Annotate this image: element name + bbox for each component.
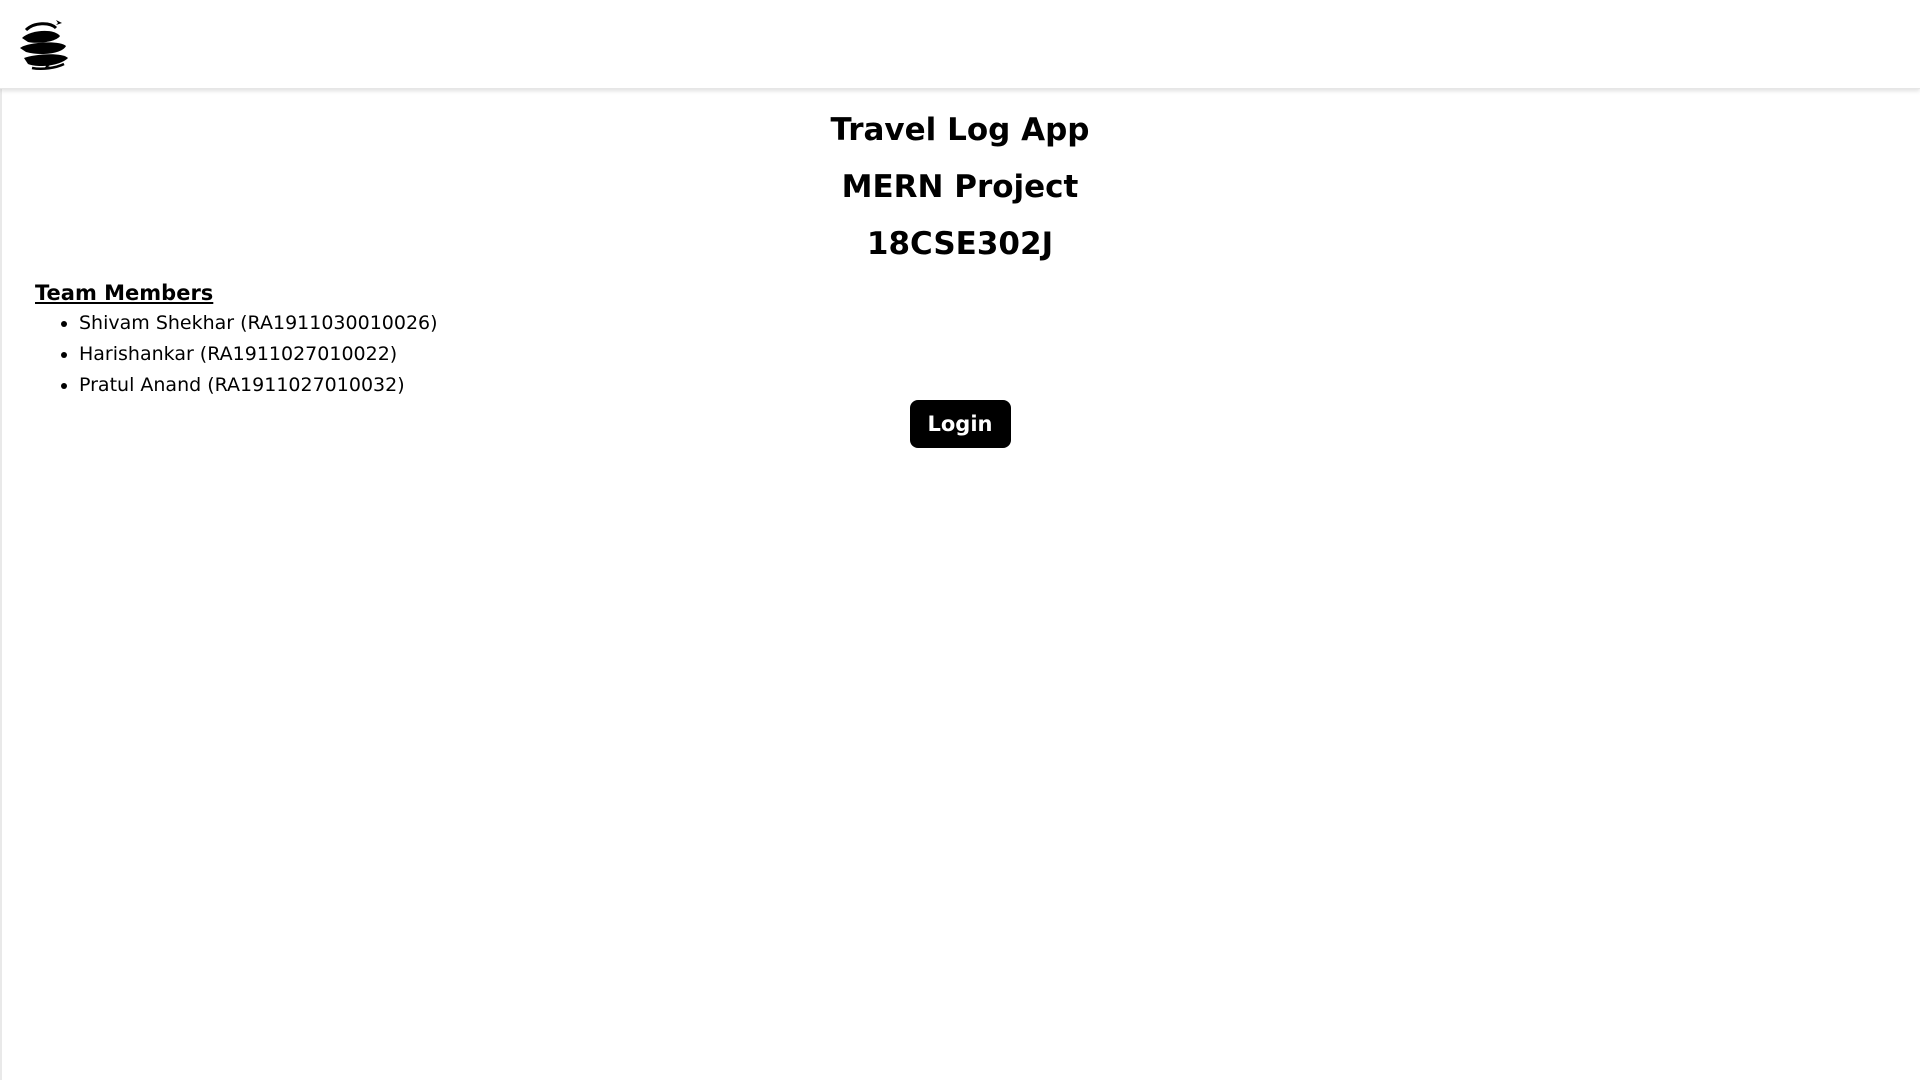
navbar	[0, 0, 1920, 89]
page-headings: Travel Log App MERN Project 18CSE302J	[0, 102, 1920, 273]
team-member-item: Shivam Shekhar (RA1911030010026)	[79, 308, 438, 339]
login-button[interactable]: Login	[909, 400, 1011, 448]
team-members-section: Team Members Shivam Shekhar (RA191103001…	[35, 278, 438, 401]
team-member-item: Pratul Anand (RA1911027010032)	[79, 370, 438, 401]
team-member-item: Harishankar (RA1911027010022)	[79, 339, 438, 370]
team-members-list: Shivam Shekhar (RA1911030010026) Harisha…	[35, 308, 438, 401]
team-members-heading: Team Members	[35, 281, 214, 305]
login-container: Login	[0, 400, 1920, 448]
project-subtitle: MERN Project	[841, 169, 1079, 205]
course-code: 18CSE302J	[866, 226, 1054, 262]
globe-plane-logo-icon[interactable]	[16, 14, 72, 74]
app-title: Travel Log App	[830, 112, 1090, 148]
